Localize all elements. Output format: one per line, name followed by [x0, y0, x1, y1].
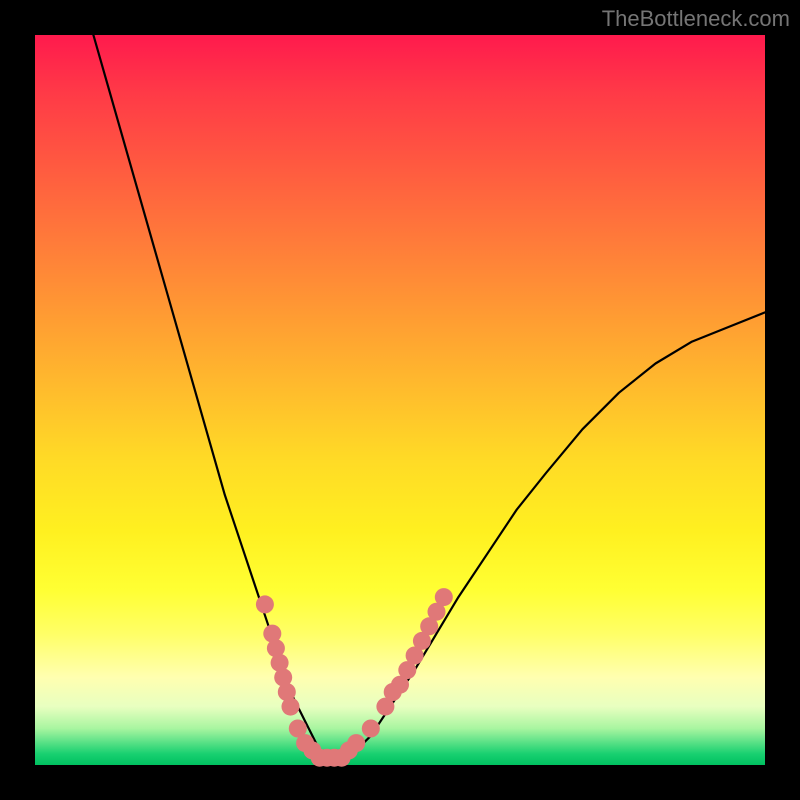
highlight-markers [256, 588, 453, 767]
marker-dot [362, 720, 380, 738]
curve-svg [35, 35, 765, 765]
marker-dot [282, 698, 300, 716]
bottleneck-curve [93, 35, 765, 758]
watermark-text: TheBottleneck.com [602, 6, 790, 32]
plot-area [35, 35, 765, 765]
chart-frame: TheBottleneck.com [0, 0, 800, 800]
bottleneck-curve-path [93, 35, 765, 758]
marker-dot [347, 734, 365, 752]
marker-dot [256, 595, 274, 613]
marker-dot [435, 588, 453, 606]
